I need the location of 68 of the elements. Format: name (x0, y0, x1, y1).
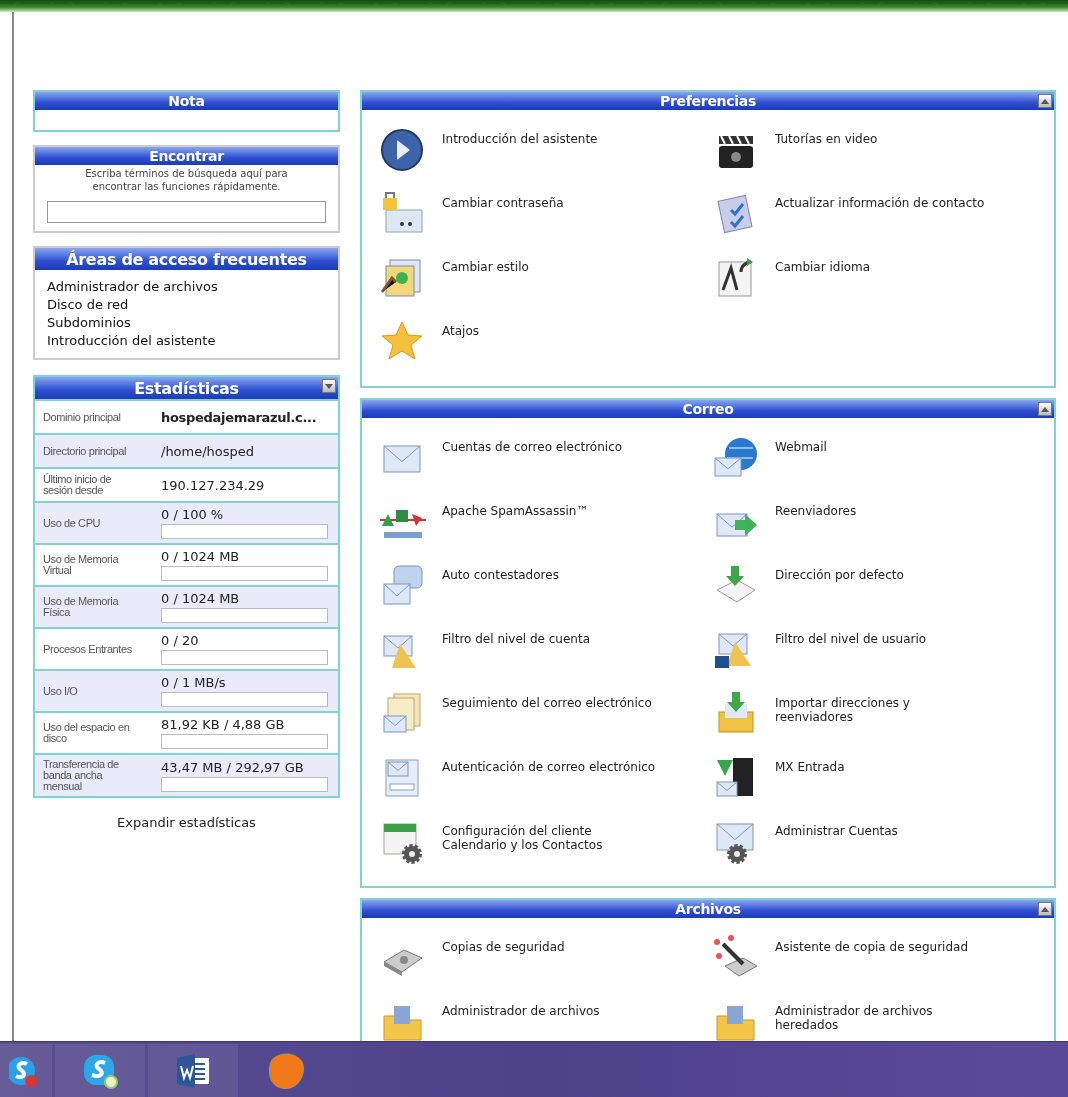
panel-title: Correo (682, 401, 734, 417)
panel-title: Áreas de acceso frecuentes (66, 249, 307, 269)
feature-link[interactable]: Filtro del nivel de cuenta (442, 624, 590, 688)
expand-button[interactable] (322, 379, 336, 393)
stat-value: 43,47 MB / 292,97 GB (161, 759, 305, 775)
stat-label: Uso I/O (42, 683, 79, 699)
stat-value: 81,92 KB / 4,88 GB (161, 717, 286, 732)
stat-value: 190.127.234.29 (161, 477, 266, 493)
stat-value: 0 / 20 (161, 633, 200, 648)
feature-link[interactable]: Dirección por defecto (775, 560, 904, 624)
feature-link[interactable]: Tutorías en video (775, 124, 878, 188)
feature-link[interactable]: Copias de seguridad (442, 932, 565, 996)
search-field[interactable] (47, 201, 326, 223)
shortcut-link[interactable]: Administrador de archivos (47, 278, 326, 296)
stat-value: hospedajemarazul.c... (161, 409, 318, 425)
stat-label: Directorio principal (42, 443, 128, 459)
feature-link[interactable]: Administrador de archivos heredados (775, 996, 989, 1041)
feature-link[interactable]: Cambiar idioma (775, 252, 871, 316)
panel-title: Nota (168, 93, 205, 109)
stat-label: Procesos Entrantes (42, 641, 133, 657)
taskbar-button[interactable] (0, 1044, 52, 1097)
panel-title: Estadísticas (134, 378, 239, 398)
shortcut-link[interactable]: Introducción del asistente (47, 332, 326, 350)
feature-link[interactable]: Configuración del cliente Calendario y los Contactos (442, 816, 656, 880)
feature-link[interactable]: Apache SpamAssassin™ (442, 496, 589, 560)
caret-icon (324, 381, 334, 391)
feature-link[interactable]: Actualizar información de contacto (775, 188, 985, 252)
stat-value: 0 / 100 % (161, 507, 225, 522)
feature-link[interactable]: Administrar Cuentas (775, 816, 898, 880)
panel-title: Archivos (675, 901, 741, 917)
document-app-icon (175, 1051, 211, 1090)
stat-value: 0 / 1024 MB (161, 549, 241, 564)
shortcut-link[interactable]: Disco de red (47, 296, 326, 314)
feature-link[interactable]: Asistente de copia de seguridad (775, 932, 969, 996)
taskbar-button[interactable] (55, 1044, 145, 1097)
collapse-button[interactable] (1038, 94, 1052, 108)
panel-title: Preferencias (660, 93, 756, 109)
feature-link[interactable]: Cambiar estilo (442, 252, 529, 316)
stat-value: /home/hosped (161, 443, 256, 459)
feature-link[interactable]: Seguimiento del correo electrónico (442, 688, 652, 752)
feature-link[interactable]: Cambiar contraseña (442, 188, 564, 252)
expand-stats-link[interactable]: Expandir estadísticas (117, 815, 256, 830)
feature-link[interactable]: MX Entrada (775, 752, 845, 816)
feature-link[interactable]: Administrador de archivos (442, 996, 600, 1041)
stat-value: 0 / 1024 MB (161, 591, 241, 606)
feature-link[interactable]: Auto contestadores (442, 560, 559, 624)
feature-link[interactable]: Autenticación de correo electrónico (442, 752, 656, 816)
shortcut-link[interactable]: Subdominios (47, 314, 326, 332)
feature-link[interactable]: Importar direcciones y reenviadores (775, 688, 989, 752)
stat-label: Uso de Memoria Virtual (42, 552, 120, 578)
stat-label: Dominio principal (42, 409, 122, 425)
search-hint: Escriba términos de búsqueda aquí para encontrar las funciones rápidamente. (84, 167, 289, 193)
stat-label: Uso de Memoria Física (42, 594, 120, 620)
feature-link[interactable]: Filtro del nivel de usuario (775, 624, 927, 688)
panel-title: Encontrar (149, 148, 224, 164)
stat-label: Transferencia de banda ancha mensual (42, 757, 120, 794)
collapse-button[interactable] (1038, 902, 1052, 916)
feature-link[interactable]: Atajos (442, 316, 479, 380)
collapse-button[interactable] (1038, 402, 1052, 416)
feature-link[interactable]: Reenviadores (775, 496, 857, 560)
stat-label: Uso de CPU (42, 515, 102, 531)
stat-value: 0 / 1 MB/s (161, 675, 227, 690)
feature-link[interactable]: Cuentas de correo electrónico (442, 432, 623, 496)
taskbar-button[interactable] (148, 1044, 238, 1097)
stat-label: Uso del espacio en disco (42, 720, 131, 746)
feature-link[interactable]: Introducción del asistente (442, 124, 598, 188)
feature-link[interactable]: Webmail (775, 432, 827, 496)
stat-label: Último inicio de sesión desde (42, 472, 113, 498)
